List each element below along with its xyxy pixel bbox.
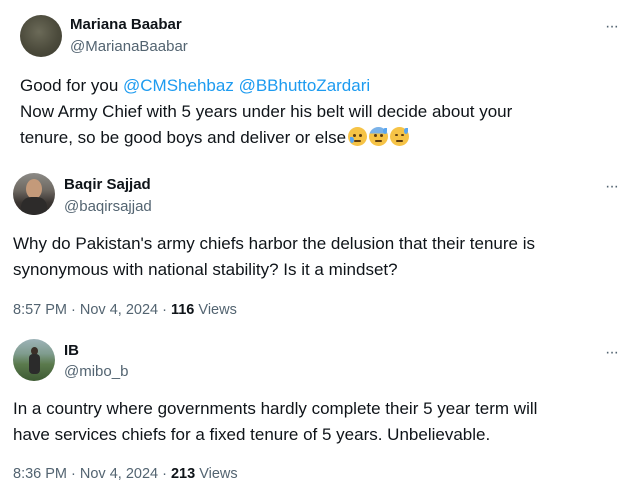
tweet-ib[interactable]: IB @mibo_b ··· In a country where govern… — [0, 330, 640, 496]
downcast-face-with-sweat-emoji — [390, 127, 410, 146]
tweet-text-segment: Good for you — [20, 76, 124, 95]
tweet-text-line: have services chiefs for a fixed tenure … — [13, 425, 491, 444]
views-label: Views — [194, 302, 237, 318]
avatar[interactable] — [13, 173, 55, 215]
tweet-meta: 8:57 PM · Nov 4, 2024 · 116 Views — [13, 302, 237, 318]
views-count: 213 — [170, 466, 196, 482]
more-options-icon[interactable]: ··· — [605, 19, 619, 35]
mention-link[interactable]: @CMShehbaz — [123, 76, 234, 95]
tweet-text-line: synonymous with national stability? Is i… — [13, 260, 398, 279]
mention-link[interactable]: @BBhuttoZardari — [239, 76, 371, 95]
anxious-face-with-sweat-emoji — [369, 127, 389, 146]
avatar[interactable] — [20, 15, 62, 57]
author-name[interactable]: Mariana Baabar — [70, 16, 182, 33]
tweet-text-line: Now Army Chief with 5 years under his be… — [20, 102, 513, 121]
timestamp-link[interactable]: 8:36 PM · Nov 4, 2024 · — [13, 466, 171, 482]
views-count: 116 — [170, 302, 195, 318]
author-handle[interactable]: @MarianaBaabar — [70, 38, 188, 55]
author-handle[interactable]: @baqirsajjad — [64, 198, 152, 215]
author-name[interactable]: Baqir Sajjad — [64, 176, 151, 193]
tweet-text-line: In a country where governments hardly co… — [13, 399, 538, 418]
tweet-text: In a country where governments hardly co… — [13, 396, 623, 448]
more-options-icon[interactable]: ··· — [605, 345, 619, 361]
timestamp-link[interactable]: 8:57 PM · Nov 4, 2024 · — [13, 302, 171, 318]
tweet-text-line: Why do Pakistan's army chiefs harbor the… — [13, 234, 536, 253]
author-name[interactable]: IB — [64, 342, 79, 359]
tweet-text: Why do Pakistan's army chiefs harbor the… — [13, 231, 623, 283]
views-label: Views — [195, 466, 238, 482]
author-handle[interactable]: @mibo_b — [64, 363, 128, 380]
more-options-icon[interactable]: ··· — [605, 179, 619, 195]
tweet-mariana[interactable]: Mariana Baabar @MarianaBaabar ··· Good f… — [0, 0, 640, 160]
avatar[interactable] — [13, 339, 55, 381]
tweet-meta: 8:36 PM · Nov 4, 2024 · 213 Views — [13, 466, 238, 482]
sad-but-relieved-face-emoji — [348, 127, 368, 146]
tweet-baqir[interactable]: Baqir Sajjad @baqirsajjad ··· Why do Pak… — [0, 160, 640, 330]
tweet-text-line: tenure, so be good boys and deliver or e… — [20, 128, 347, 147]
tweet-text: Good for you @CMShehbaz @BBhuttoZardari … — [20, 73, 620, 151]
